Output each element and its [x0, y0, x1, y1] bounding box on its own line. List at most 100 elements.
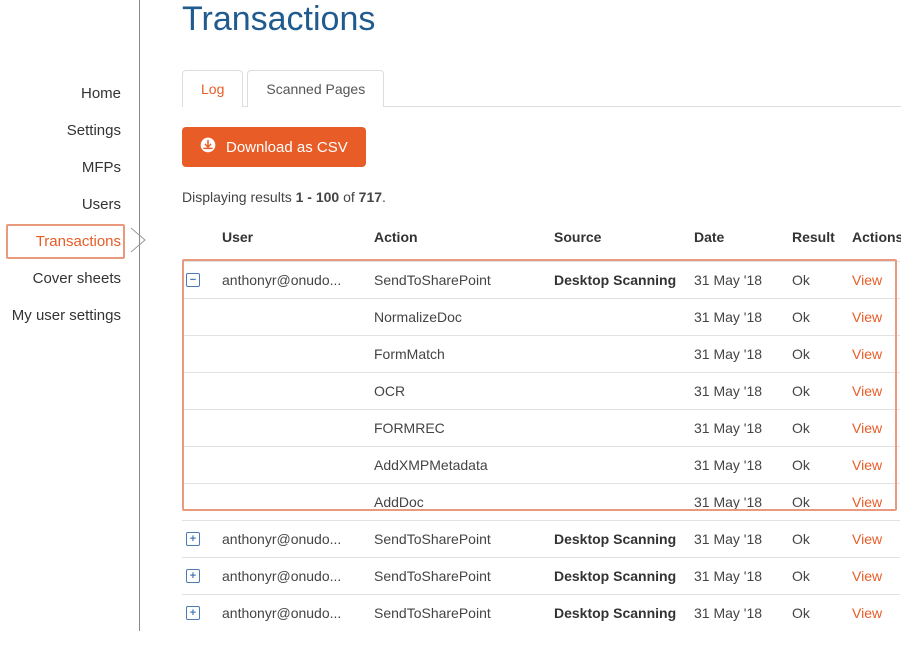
- main-content: Transactions Log Scanned Pages Download …: [140, 0, 901, 631]
- cell-action: AddDoc: [370, 483, 550, 520]
- cell-user: anthonyr@onudo...: [218, 261, 370, 298]
- chevron-right-icon: [129, 226, 151, 258]
- sidebar-item-transactions[interactable]: Transactions: [0, 223, 139, 260]
- sidebar-item-label: Users: [82, 196, 121, 213]
- cell-result: Ok: [788, 298, 848, 335]
- page-title: Transactions: [182, 0, 901, 39]
- view-link[interactable]: View: [848, 483, 900, 520]
- cell-result: Ok: [788, 409, 848, 446]
- cell-source: [550, 298, 690, 335]
- cell-action: SendToSharePoint: [370, 261, 550, 298]
- cell-source: Desktop Scanning: [550, 594, 690, 631]
- expand-cell[interactable]: +: [182, 594, 218, 631]
- view-link[interactable]: View: [848, 446, 900, 483]
- cell-source: Desktop Scanning: [550, 520, 690, 557]
- cell-result: Ok: [788, 594, 848, 631]
- tab-label: Scanned Pages: [266, 81, 365, 97]
- cell-date: 31 May '18: [690, 483, 788, 520]
- cell-source: [550, 409, 690, 446]
- tab-log[interactable]: Log: [182, 70, 243, 107]
- cell-user: [218, 409, 370, 446]
- sidebar-item-settings[interactable]: Settings: [0, 112, 139, 149]
- tab-label: Log: [201, 81, 224, 97]
- view-link[interactable]: View: [848, 409, 900, 446]
- view-link[interactable]: View: [848, 372, 900, 409]
- expand-cell: [182, 446, 218, 483]
- expand-cell: [182, 483, 218, 520]
- download-icon: [200, 137, 216, 157]
- cell-date: 31 May '18: [690, 557, 788, 594]
- expand-cell[interactable]: +: [182, 520, 218, 557]
- expand-icon[interactable]: +: [186, 532, 200, 546]
- column-header-action: Action: [370, 219, 550, 261]
- view-link[interactable]: View: [848, 261, 900, 298]
- column-header-date: Date: [690, 219, 788, 261]
- cell-source: [550, 483, 690, 520]
- expand-cell: [182, 335, 218, 372]
- cell-user: anthonyr@onudo...: [218, 520, 370, 557]
- cell-action: AddXMPMetadata: [370, 446, 550, 483]
- cell-date: 31 May '18: [690, 335, 788, 372]
- cell-date: 31 May '18: [690, 409, 788, 446]
- cell-action: NormalizeDoc: [370, 298, 550, 335]
- cell-result: Ok: [788, 261, 848, 298]
- cell-date: 31 May '18: [690, 520, 788, 557]
- expand-icon[interactable]: +: [186, 606, 200, 620]
- sidebar-item-label: MFPs: [82, 159, 121, 176]
- expand-cell[interactable]: −: [182, 261, 218, 298]
- cell-date: 31 May '18: [690, 261, 788, 298]
- sidebar-item-label: Home: [81, 85, 121, 102]
- cell-result: Ok: [788, 520, 848, 557]
- cell-action: SendToSharePoint: [370, 557, 550, 594]
- sidebar: Home Settings MFPs Users Transactions Co…: [0, 0, 140, 631]
- sidebar-item-label: Cover sheets: [33, 270, 121, 287]
- cell-result: Ok: [788, 335, 848, 372]
- sidebar-item-users[interactable]: Users: [0, 186, 139, 223]
- view-link[interactable]: View: [848, 557, 900, 594]
- cell-date: 31 May '18: [690, 372, 788, 409]
- view-link[interactable]: View: [848, 298, 900, 335]
- sidebar-item-home[interactable]: Home: [0, 75, 139, 112]
- column-header-actions: Actions: [848, 219, 900, 261]
- collapse-icon[interactable]: −: [186, 273, 200, 287]
- cell-result: Ok: [788, 557, 848, 594]
- sidebar-item-mfps[interactable]: MFPs: [0, 149, 139, 186]
- expand-cell[interactable]: +: [182, 557, 218, 594]
- cell-user: [218, 483, 370, 520]
- download-csv-button[interactable]: Download as CSV: [182, 127, 366, 167]
- sidebar-item-my-user-settings[interactable]: My user settings: [0, 297, 139, 334]
- cell-user: [218, 335, 370, 372]
- cell-user: [218, 372, 370, 409]
- expand-cell: [182, 409, 218, 446]
- tab-scanned-pages[interactable]: Scanned Pages: [247, 70, 384, 107]
- cell-result: Ok: [788, 446, 848, 483]
- tabs: Log Scanned Pages: [182, 69, 901, 107]
- cell-date: 31 May '18: [690, 298, 788, 335]
- download-button-label: Download as CSV: [226, 139, 348, 156]
- cell-action: OCR: [370, 372, 550, 409]
- cell-action: FORMREC: [370, 409, 550, 446]
- cell-source: Desktop Scanning: [550, 557, 690, 594]
- cell-source: [550, 335, 690, 372]
- expand-cell: [182, 298, 218, 335]
- cell-date: 31 May '18: [690, 594, 788, 631]
- view-link[interactable]: View: [848, 594, 900, 631]
- expand-cell: [182, 372, 218, 409]
- cell-action: SendToSharePoint: [370, 594, 550, 631]
- cell-result: Ok: [788, 372, 848, 409]
- cell-user: anthonyr@onudo...: [218, 557, 370, 594]
- cell-user: [218, 446, 370, 483]
- sidebar-item-label: My user settings: [12, 307, 121, 324]
- sidebar-item-cover-sheets[interactable]: Cover sheets: [0, 260, 139, 297]
- cell-date: 31 May '18: [690, 446, 788, 483]
- column-header-source: Source: [550, 219, 690, 261]
- view-link[interactable]: View: [848, 335, 900, 372]
- cell-user: [218, 298, 370, 335]
- results-summary: Displaying results 1 - 100 of 717.: [182, 189, 901, 205]
- cell-user: anthonyr@onudo...: [218, 594, 370, 631]
- column-header-user: User: [218, 219, 370, 261]
- view-link[interactable]: View: [848, 520, 900, 557]
- cell-source: Desktop Scanning: [550, 261, 690, 298]
- cell-action: SendToSharePoint: [370, 520, 550, 557]
- expand-icon[interactable]: +: [186, 569, 200, 583]
